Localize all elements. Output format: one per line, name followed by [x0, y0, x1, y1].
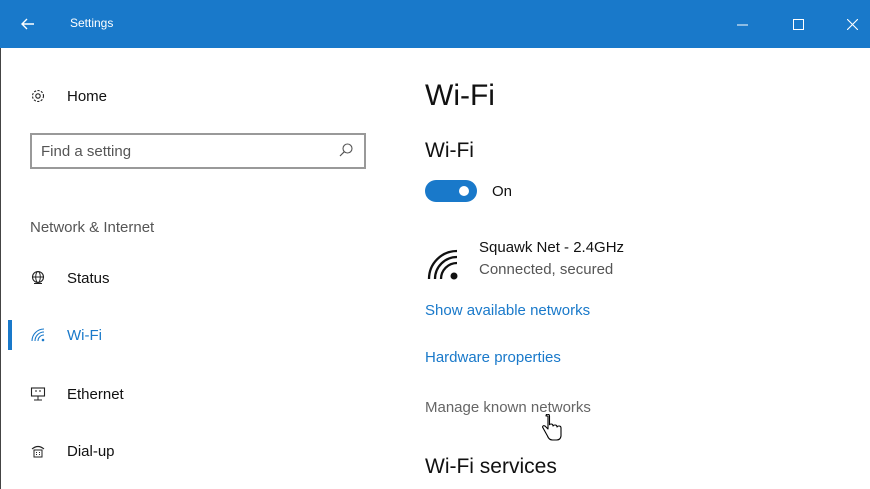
toggle-knob: [459, 186, 469, 196]
minimize-icon: [736, 24, 748, 25]
sidebar-item-label: Ethernet: [67, 385, 124, 403]
sidebar-item-label: Status: [67, 269, 110, 287]
sidebar-item-label: Dial-up: [67, 442, 115, 460]
toggle-state-label: On: [492, 183, 513, 200]
manage-networks-link[interactable]: Manage known networks: [425, 399, 591, 416]
window-title: Settings: [70, 16, 114, 30]
sidebar-item-label: Wi-Fi: [67, 326, 102, 344]
wifi-icon: [30, 327, 46, 343]
hardware-properties-link[interactable]: Hardware properties: [425, 349, 561, 366]
show-networks-link[interactable]: Show available networks: [425, 302, 590, 319]
minimize-button[interactable]: [728, 12, 756, 36]
globe-icon: [30, 270, 46, 286]
sidebar-item-label: Home: [67, 87, 108, 105]
sidebar-item-home[interactable]: Home: [0, 81, 380, 111]
dialup-icon: [30, 443, 46, 459]
network-name: Squawk Net - 2.4GHz: [479, 239, 625, 256]
wifi-services-heading: Wi-Fi services: [425, 455, 557, 478]
sidebar-item-wifi[interactable]: Wi-Fi: [0, 320, 380, 350]
close-icon: [846, 18, 858, 30]
page-title: Wi-Fi: [425, 79, 495, 112]
ethernet-icon: [30, 386, 46, 402]
wifi-toggle[interactable]: [425, 180, 477, 202]
maximize-button[interactable]: [784, 12, 812, 36]
back-button[interactable]: [13, 12, 43, 36]
sidebar-section-label: Network & Internet: [30, 219, 155, 236]
title-bar: Settings: [0, 0, 870, 48]
wifi-signal-icon: [427, 249, 458, 280]
connected-network[interactable]: Squawk Net - 2.4GHz Connected, secured: [425, 236, 685, 286]
hand-cursor-icon: [541, 414, 562, 441]
gear-icon: [30, 88, 46, 104]
search-input[interactable]: [41, 141, 331, 161]
close-button[interactable]: [838, 12, 866, 36]
maximize-icon: [792, 18, 804, 30]
network-status: Connected, secured: [479, 261, 614, 278]
sidebar-item-status[interactable]: Status: [0, 263, 380, 293]
wifi-section-heading: Wi-Fi: [425, 139, 474, 162]
sidebar-item-ethernet[interactable]: Ethernet: [0, 379, 380, 409]
back-arrow-icon: [21, 18, 34, 30]
search-box[interactable]: [30, 133, 366, 169]
search-icon[interactable]: [338, 142, 354, 158]
sidebar-item-dialup[interactable]: Dial-up: [0, 436, 380, 466]
